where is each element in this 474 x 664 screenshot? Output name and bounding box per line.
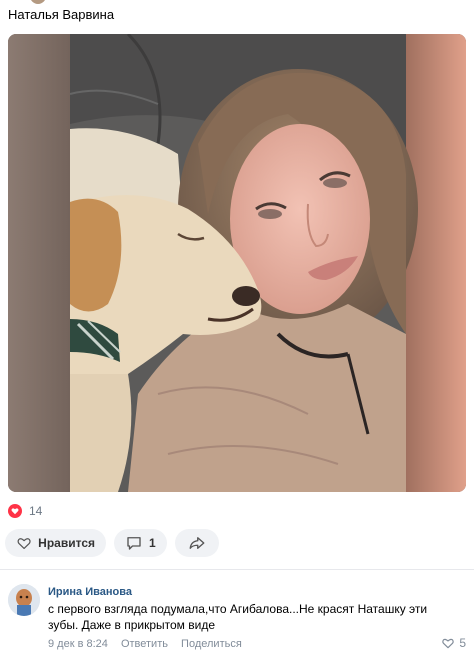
comment-text: с первого взгляда подумала,что Агибалова… [48,602,428,632]
likes-count: 14 [29,504,43,518]
comments-count: 1 [149,536,156,550]
comment-like-button[interactable]: 5 [441,636,466,650]
commenter-name[interactable]: Ирина Иванова [48,586,132,598]
comment-likes-count: 5 [459,636,466,650]
post-actions: Нравится 1 [5,529,219,557]
post-header: Наталья Варвина [0,0,474,28]
heart-outline-icon [442,638,455,649]
share-icon [189,537,205,549]
likes-summary[interactable]: 14 [8,503,42,519]
post-photo[interactable] [8,34,466,492]
commenter-avatar[interactable] [8,584,40,616]
comment-button[interactable]: 1 [114,529,167,557]
author-avatar[interactable] [30,0,46,4]
comment-meta: 9 дек в 8:24 Ответить Поделиться [48,638,252,650]
comment-share-link[interactable]: Поделиться [181,638,242,650]
comments-divider [0,569,474,570]
comment-timestamp[interactable]: 9 дек в 8:24 [48,638,108,650]
like-button-label: Нравится [38,536,95,550]
heart-icon [8,504,22,518]
share-button[interactable] [175,529,219,557]
like-button[interactable]: Нравится [5,529,106,557]
heart-outline-icon [17,538,31,549]
post-author-name[interactable]: Наталья Варвина [8,7,114,22]
comment-icon [127,537,141,550]
reply-link[interactable]: Ответить [121,638,168,650]
